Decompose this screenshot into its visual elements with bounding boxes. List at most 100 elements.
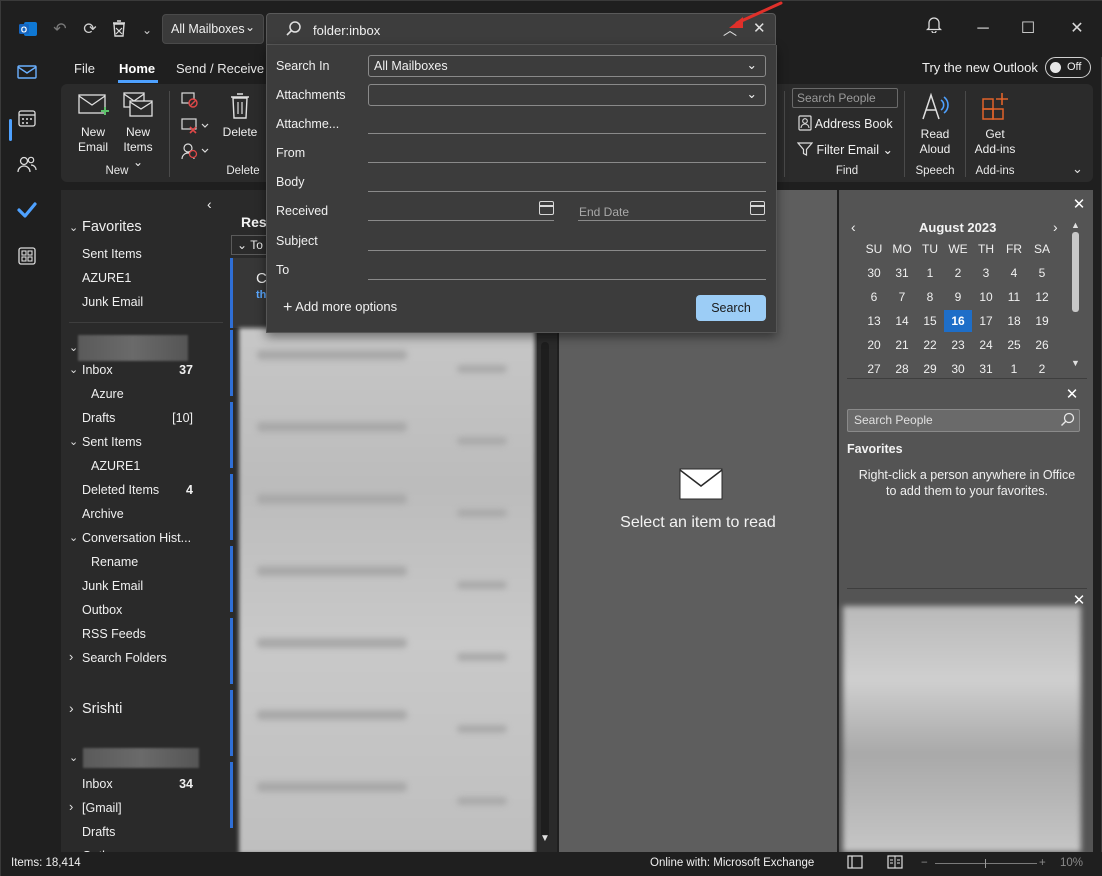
new-items-button[interactable]: New Items ⌄ [117, 91, 159, 170]
message-list-scrollbar[interactable]: ▼ [537, 328, 553, 852]
calendar-day[interactable]: 24 [972, 334, 1000, 356]
calendar-day[interactable]: 13 [860, 310, 888, 332]
read-aloud-button[interactable]: Read Aloud [913, 91, 957, 157]
account-header-srishti[interactable]: › Srishti [61, 698, 227, 722]
search-box[interactable]: folder:inbox ︿ ✕ [266, 13, 776, 45]
chevron-down-icon[interactable]: ⌄ [69, 363, 78, 376]
customize-toolbar-icon[interactable]: ⌄ [136, 19, 158, 41]
filter-email-button[interactable]: Filter Email ⌄ [796, 141, 893, 157]
search-input[interactable]: folder:inbox [313, 23, 380, 38]
blurred-row-text[interactable] [257, 422, 407, 432]
cleanup-icon[interactable] [181, 117, 209, 138]
folder-item[interactable]: ⌄ Conversation Hist... [61, 528, 227, 550]
folder-item[interactable]: Junk Email [61, 292, 227, 314]
minimize-icon[interactable]: ─ [968, 15, 998, 43]
folder-item[interactable]: AZURE1 [61, 456, 227, 478]
calendar-day[interactable]: 2 [944, 262, 972, 284]
scrollbar-thumb[interactable] [541, 342, 549, 838]
close-people-icon[interactable]: ✕ [1065, 387, 1079, 402]
folder-item[interactable]: RSS Feeds [61, 624, 227, 646]
mail-rail-icon[interactable] [14, 63, 40, 89]
collapse-folder-pane-icon[interactable]: ‹ [207, 196, 212, 212]
blurred-row-text[interactable] [257, 782, 407, 792]
selected-message-row[interactable]: C th [230, 258, 270, 328]
search-people-ribbon-input[interactable]: Search People [792, 88, 898, 108]
calendar-day[interactable]: 1 [916, 262, 944, 284]
from-field[interactable] [368, 162, 766, 163]
undo-icon[interactable]: ↶ [49, 19, 71, 41]
folder-item[interactable]: Sent Items [61, 244, 227, 266]
search-in-select[interactable]: All Mailboxes ⌄ [368, 55, 766, 77]
chevron-down-icon[interactable]: ⌄ [69, 435, 78, 448]
calendar-rail-icon[interactable] [14, 109, 40, 135]
calendar-day[interactable]: 31 [972, 358, 1000, 380]
calendar-day[interactable]: 2 [1028, 358, 1056, 380]
address-book-button[interactable]: Address Book [798, 115, 893, 131]
account-header[interactable]: ⌄ [61, 335, 227, 361]
delete-button[interactable]: Delete [220, 91, 260, 140]
maximize-icon[interactable]: ☐ [1013, 15, 1043, 43]
sort-selector[interactable]: ⌄ To [231, 235, 271, 255]
folder-item[interactable]: ⌄ Sent Items [61, 432, 227, 454]
calendar-day[interactable]: 30 [944, 358, 972, 380]
try-new-outlook-toggle[interactable]: Off [1045, 57, 1091, 78]
calendar-day[interactable]: 4 [1000, 262, 1028, 284]
calendar-day[interactable]: 18 [1000, 310, 1028, 332]
mailbox-scope-select[interactable]: All Mailboxes ⌄ [162, 14, 264, 44]
calendar-day[interactable]: 14 [888, 310, 916, 332]
ribbon-expand-chevron-icon[interactable]: ⌄ [1072, 161, 1083, 177]
calendar-day[interactable]: 5 [1028, 262, 1056, 284]
calendar-day[interactable]: 27 [860, 358, 888, 380]
zoom-slider-handle[interactable] [985, 859, 986, 868]
calendar-day[interactable]: 10 [972, 286, 1000, 308]
calendar-day[interactable]: 19 [1028, 310, 1056, 332]
chevron-right-icon[interactable]: › [69, 649, 73, 664]
scrollbar-thumb[interactable] [1072, 232, 1079, 312]
zoom-in-icon[interactable]: + [1039, 857, 1046, 869]
close-calendar-icon[interactable]: ✕ [1072, 197, 1086, 212]
folder-item[interactable]: Drafts [61, 822, 227, 844]
received-start-field[interactable] [368, 220, 554, 221]
calendar-day[interactable]: 22 [916, 334, 944, 356]
tab-send-receive[interactable]: Send / Receive [176, 61, 264, 76]
scroll-up-icon[interactable]: ▲ [1071, 220, 1080, 230]
people-search-input[interactable]: Search People [847, 409, 1080, 432]
calendar-day[interactable]: 20 [860, 334, 888, 356]
calendar-next-icon[interactable]: › [1053, 219, 1058, 235]
search-button[interactable]: Search [696, 295, 766, 321]
calendar-prev-icon[interactable]: ‹ [851, 219, 856, 235]
received-end-field[interactable] [578, 220, 766, 221]
scroll-down-icon[interactable]: ▼ [1071, 358, 1080, 368]
calendar-day[interactable]: 11 [1000, 286, 1028, 308]
apps-rail-icon[interactable] [14, 247, 40, 273]
tab-file[interactable]: File [74, 61, 95, 76]
favorites-header[interactable]: ⌄ Favorites [61, 216, 227, 238]
tab-home[interactable]: Home [119, 61, 155, 76]
folder-item[interactable]: ⌄ Inbox 37 [61, 360, 227, 382]
calendar-day[interactable]: 31 [888, 262, 916, 284]
subject-field[interactable] [368, 250, 766, 251]
folder-item[interactable]: Junk Email [61, 576, 227, 598]
todo-rail-icon[interactable] [14, 201, 40, 227]
folder-item[interactable]: Rename [61, 552, 227, 574]
calendar-day[interactable]: 23 [944, 334, 972, 356]
start-date-calendar-icon[interactable] [539, 201, 554, 215]
calendar-day[interactable]: 21 [888, 334, 916, 356]
calendar-day[interactable]: 6 [860, 286, 888, 308]
calendar-day[interactable]: 12 [1028, 286, 1056, 308]
blurred-row-text[interactable] [257, 710, 407, 720]
folder-item[interactable]: Azure [61, 384, 227, 406]
chevron-down-icon[interactable]: ⌄ [69, 531, 78, 544]
add-more-options-button[interactable]: + Add more options [283, 299, 397, 317]
folder-item[interactable]: Archive [61, 504, 227, 526]
new-email-button[interactable]: New Email [73, 91, 113, 155]
blurred-row-text[interactable] [257, 566, 407, 576]
calendar-day[interactable]: 25 [1000, 334, 1028, 356]
blurred-row-text[interactable] [257, 494, 407, 504]
account-header[interactable]: ⌄ [61, 746, 227, 770]
scroll-down-icon[interactable]: ▼ [540, 833, 550, 844]
close-window-icon[interactable]: ✕ [1062, 15, 1092, 43]
calendar-day[interactable]: 15 [916, 310, 944, 332]
folder-item[interactable]: Drafts [10] [61, 408, 227, 430]
to-field[interactable] [368, 279, 766, 280]
